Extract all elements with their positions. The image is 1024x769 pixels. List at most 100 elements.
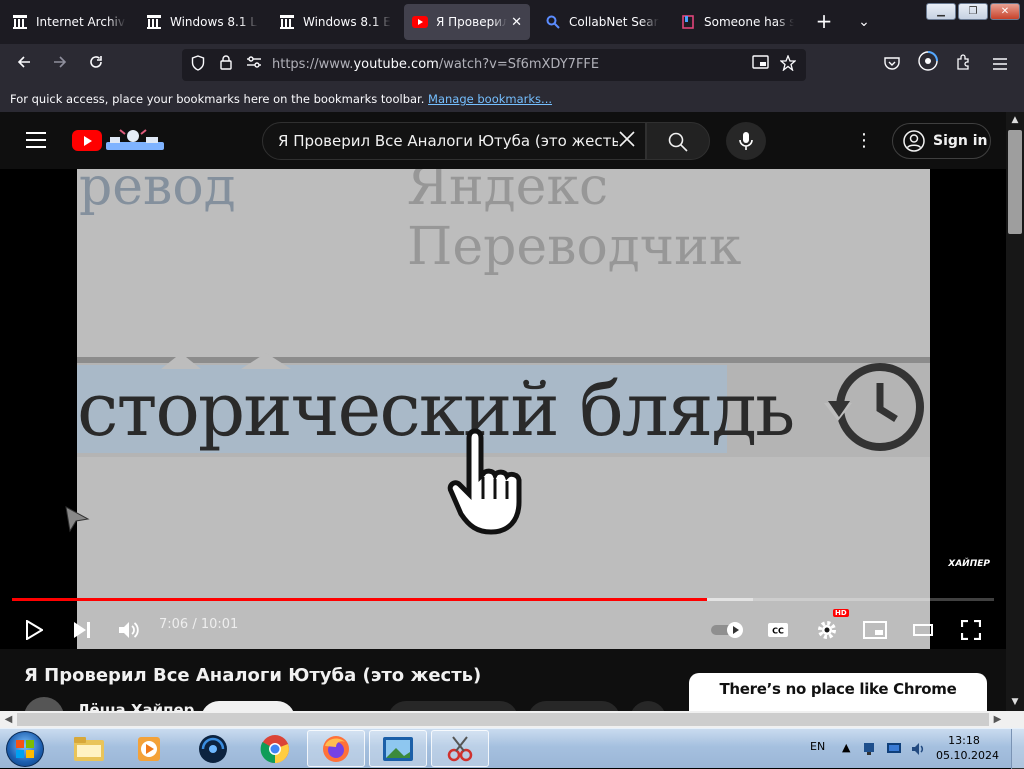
bookmark-star-icon[interactable]: [778, 54, 798, 75]
tab-someone-shared[interactable]: Someone has sha: [672, 4, 802, 40]
search-query-text[interactable]: Я Проверил Все Аналоги Ютуба (это жесть)…: [278, 132, 618, 150]
pocket-button[interactable]: [878, 51, 906, 79]
hd-badge: HD: [833, 609, 849, 617]
clock[interactable]: 13:18 05.10.2024: [936, 733, 999, 763]
show-desktop-button[interactable]: [1011, 729, 1024, 769]
lock-icon[interactable]: [216, 55, 236, 75]
list-all-tabs-button[interactable]: ⌄: [852, 10, 876, 34]
photo-viewer-taskbar-button[interactable]: [369, 730, 427, 767]
guide-menu-icon[interactable]: [26, 132, 46, 148]
chrome-ad-banner[interactable]: There’s no place like Chrome: [689, 673, 987, 711]
scroll-down-icon[interactable]: ▼: [1009, 696, 1021, 708]
next-button[interactable]: [64, 612, 100, 648]
subscribe-button[interactable]: [201, 701, 295, 711]
firefox-account-icon: [918, 51, 938, 71]
menu-icon: [993, 58, 1007, 70]
app-taskbar-button[interactable]: [184, 730, 242, 767]
volume-tray-icon[interactable]: [910, 741, 926, 757]
tab-windows-extreme[interactable]: Windows 8.1 Extr: [271, 4, 399, 40]
clock-date: 05.10.2024: [936, 749, 999, 762]
close-window-button[interactable]: ✕: [990, 3, 1020, 20]
reload-button[interactable]: [82, 51, 110, 79]
windows-logo-icon: [16, 740, 34, 758]
network-tray-icon[interactable]: [862, 741, 878, 757]
channel-name[interactable]: Лёша Хайпер: [77, 701, 194, 711]
settings-button[interactable]: [809, 612, 845, 648]
manage-bookmarks-link[interactable]: Manage bookmarks...: [428, 92, 552, 106]
search-icon: [668, 132, 688, 152]
tab-collabnet[interactable]: CollabNet SearXN: [537, 4, 667, 40]
vertical-scrollbar[interactable]: ▲ ▼: [1006, 112, 1024, 711]
more-actions-button[interactable]: [630, 701, 666, 711]
explorer-taskbar-button[interactable]: [60, 730, 118, 767]
mouse-pointer-icon: [65, 506, 90, 533]
firefox-taskbar-button[interactable]: [307, 730, 365, 767]
horizontal-scrollbar[interactable]: ◀ ▶: [0, 711, 1006, 728]
windows-taskbar: EN ▲ 13:18 05.10.2024: [0, 728, 1024, 769]
video-frame[interactable]: ревод Яндекс Переводчик сторический бляд…: [77, 169, 930, 649]
close-tab-icon[interactable]: ✕: [511, 15, 522, 30]
permissions-icon[interactable]: [244, 55, 264, 75]
subtitles-button[interactable]: CC: [760, 612, 796, 648]
search-button[interactable]: [646, 122, 710, 160]
shield-icon[interactable]: [188, 55, 208, 75]
url-text[interactable]: https://www.youtube.com/watch?v=Sf6mXDY7…: [272, 57, 599, 72]
youtube-logo-icon[interactable]: [72, 130, 102, 151]
start-button[interactable]: [6, 731, 44, 767]
account-button[interactable]: [914, 51, 942, 79]
picture-icon: [383, 736, 413, 761]
forward-button[interactable]: [46, 51, 74, 79]
video-player[interactable]: ревод Яндекс Переводчик сторический бляд…: [0, 169, 1006, 649]
scroll-thumb[interactable]: [1008, 130, 1022, 234]
media-player-taskbar-button[interactable]: [120, 730, 178, 767]
autoplay-toggle[interactable]: [710, 612, 746, 648]
show-hidden-icons-icon[interactable]: ▲: [842, 741, 850, 754]
app-menu-button[interactable]: [986, 51, 1014, 79]
channel-avatar[interactable]: [24, 697, 64, 711]
frame-text-translate: ревод: [79, 169, 236, 217]
new-tab-button[interactable]: +: [812, 10, 836, 34]
archive-icon: [146, 14, 162, 30]
scroll-right-icon[interactable]: ▶: [991, 713, 1004, 726]
language-indicator[interactable]: EN: [810, 740, 825, 753]
scroll-left-icon[interactable]: ◀: [2, 713, 15, 726]
tab-internet-archive[interactable]: Internet Archive: [4, 4, 134, 40]
monitor-tray-icon[interactable]: [886, 741, 902, 757]
frame-text-yandex: Яндекс Переводчик: [407, 169, 742, 277]
progress-bar[interactable]: [12, 598, 994, 601]
minimize-button[interactable]: ▁: [926, 3, 956, 20]
scroll-thumb-horizontal[interactable]: [17, 713, 989, 726]
search-input[interactable]: Я Проверил Все Аналоги Ютуба (это жесть)…: [262, 122, 646, 160]
fullscreen-button[interactable]: [953, 612, 989, 648]
snipping-tool-taskbar-button[interactable]: [431, 730, 489, 767]
restore-button[interactable]: ❐: [958, 3, 988, 20]
tab-title: Windows 8.1 Lite: [170, 15, 258, 29]
youtube-icon: [412, 14, 428, 30]
chrome-taskbar-button[interactable]: [246, 730, 304, 767]
closed-captions-icon: CC: [768, 623, 788, 637]
doodle-logo-icon[interactable]: [104, 128, 166, 152]
share-button[interactable]: [528, 701, 620, 711]
scroll-up-icon[interactable]: ▲: [1009, 114, 1021, 126]
miniplayer-button[interactable]: [857, 612, 893, 648]
extensions-button[interactable]: [950, 51, 978, 79]
theater-mode-button[interactable]: [905, 612, 941, 648]
picture-in-picture-icon[interactable]: [750, 55, 770, 75]
puzzle-icon: [957, 54, 969, 70]
tab-windows-lite[interactable]: Windows 8.1 Lite: [138, 4, 266, 40]
address-bar[interactable]: https://www.youtube.com/watch?v=Sf6mXDY7…: [182, 49, 806, 81]
bookmark-icon: [680, 14, 696, 30]
tab-title: Someone has sha: [704, 15, 794, 29]
more-options-icon[interactable]: ⋮: [854, 130, 874, 152]
forward-arrow-icon: [54, 56, 67, 68]
sign-in-button[interactable]: Sign in: [892, 123, 991, 159]
volume-icon: [119, 622, 139, 638]
tab-youtube-active[interactable]: Я Проверил В ✕: [404, 4, 530, 40]
voice-search-button[interactable]: [726, 122, 766, 160]
play-button[interactable]: [16, 612, 52, 648]
clear-search-icon[interactable]: [615, 129, 639, 153]
back-button[interactable]: [10, 51, 38, 79]
archive-icon: [12, 14, 28, 30]
mute-button[interactable]: [111, 612, 147, 648]
like-dislike-button[interactable]: [388, 701, 518, 711]
